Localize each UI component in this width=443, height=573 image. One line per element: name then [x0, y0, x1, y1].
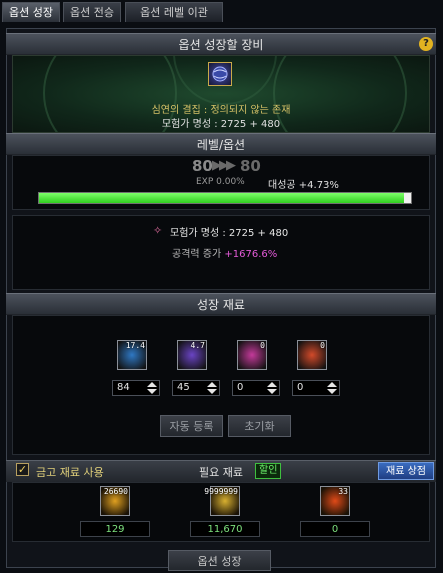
material-shop-button[interactable]: 재료 상점	[378, 462, 434, 480]
material-slot-3[interactable]: 0	[237, 340, 267, 370]
material-count: 0	[320, 341, 325, 350]
use-storage-label: 금고 재료 사용	[36, 466, 104, 479]
level-section-title: 레벨/옵션	[6, 133, 436, 155]
decrease-arrow-icon[interactable]	[327, 389, 337, 394]
material-slot-2[interactable]: 4.7	[177, 340, 207, 370]
material-quantity-input[interactable]: 0	[292, 380, 340, 396]
equipment-section-title-text: 옵션 성장할 장비	[178, 38, 264, 52]
cost-material-stock: 9999999	[204, 487, 238, 496]
tab-option-growth[interactable]: 옵션 성장	[2, 2, 60, 22]
material-slot-4[interactable]: 0	[297, 340, 327, 370]
exp-progress-fill	[39, 193, 404, 203]
use-storage-checkbox[interactable]: ✓	[16, 463, 29, 476]
material-quantity-value: 84	[117, 382, 130, 393]
reset-button[interactable]: 초기화	[228, 415, 291, 437]
auto-register-button[interactable]: 자동 등록	[160, 415, 223, 437]
cost-material-stock: 33	[338, 487, 348, 496]
success-text: 대성공 +4.73%	[268, 180, 339, 191]
level-section-title-text: 레벨/옵션	[196, 138, 246, 152]
material-quantity-value: 0	[297, 382, 304, 393]
stat-fame: 모험가 명성 : 2725 + 480	[170, 228, 289, 239]
discount-badge: 할인	[255, 463, 282, 479]
material-slot-1[interactable]: 17.4	[117, 340, 147, 370]
cost-material-slot-3[interactable]: 33	[320, 486, 350, 516]
material-quantity-input[interactable]: 45	[172, 380, 220, 396]
material-quantity-value: 45	[177, 382, 190, 393]
material-count: 0	[260, 341, 265, 350]
cost-material-amount: 0	[300, 521, 370, 537]
tab-option-transfer[interactable]: 옵션 전승	[63, 2, 121, 22]
decrease-arrow-icon[interactable]	[267, 389, 277, 394]
cost-material-slot-1[interactable]: 26690	[100, 486, 130, 516]
option-grow-button[interactable]: 옵션 성장	[168, 550, 271, 571]
needed-materials-label: 필요 재료	[199, 466, 243, 479]
increase-arrow-icon[interactable]	[267, 382, 277, 387]
material-quantity-input[interactable]: 0	[232, 380, 280, 396]
fame-icon: ✧	[153, 224, 163, 237]
level-next: 80	[240, 157, 261, 175]
cost-material-slot-2[interactable]: 9999999	[204, 486, 240, 516]
tab-option-level-move[interactable]: 옵션 레벨 이관	[125, 2, 223, 22]
equipment-name: 심연의 결집 : 정의되지 않는 존재	[151, 105, 291, 116]
level-current: 80	[192, 157, 213, 175]
material-quantity-input[interactable]: 84	[112, 380, 160, 396]
increase-arrow-icon[interactable]	[327, 382, 337, 387]
material-count: 17.4	[125, 341, 145, 350]
increase-arrow-icon[interactable]	[207, 382, 217, 387]
material-count: 4.7	[190, 341, 205, 350]
material-quantity-value: 0	[237, 382, 244, 393]
exp-progress-bar	[38, 192, 412, 204]
materials-section-title-text: 성장 재료	[197, 298, 245, 312]
stat-attack-label: 공격력 증가	[172, 249, 222, 260]
stat-attack-value: +1676.6%	[224, 249, 278, 260]
equipment-section-title: 옵션 성장할 장비	[6, 33, 436, 55]
level-arrow-icon: ▶▶▶	[212, 158, 236, 173]
equipment-icon[interactable]	[208, 62, 232, 86]
decrease-arrow-icon[interactable]	[147, 389, 157, 394]
equipment-fame: 모험가 명성 : 2725 + 480	[161, 119, 281, 130]
exp-text: EXP 0.00%	[196, 177, 245, 187]
help-icon[interactable]: ?	[419, 37, 433, 51]
increase-arrow-icon[interactable]	[147, 382, 157, 387]
cost-material-amount: 129	[80, 521, 150, 537]
materials-section-title: 성장 재료	[6, 293, 436, 315]
cost-material-amount: 11,670	[190, 521, 260, 537]
cost-material-stock: 26690	[103, 487, 128, 496]
decrease-arrow-icon[interactable]	[207, 389, 217, 394]
